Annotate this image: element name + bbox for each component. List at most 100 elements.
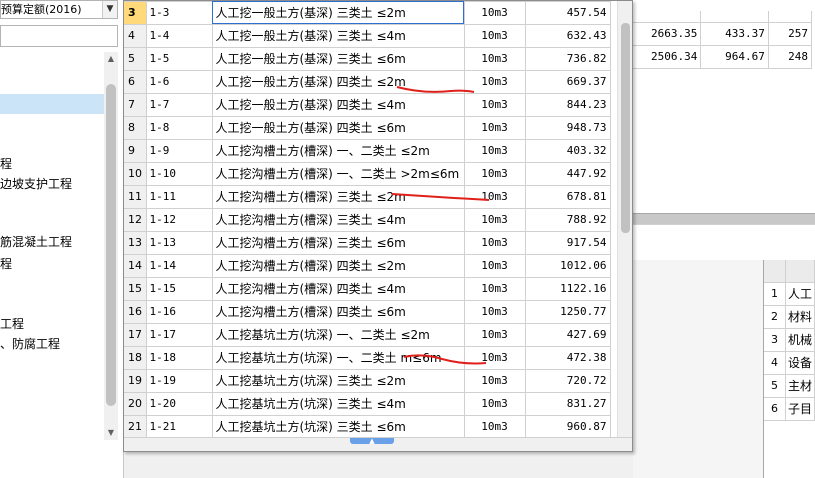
collapse-handle-icon[interactable]: ▲ [350,438,394,445]
quota-unit: 10m3 [464,346,526,370]
quota-price: 632.43 [525,24,611,48]
resource-row[interactable]: 3 机械 [764,328,815,352]
row-number: 12 [124,208,147,232]
quota-code: 1-10 [146,162,213,186]
resource-row[interactable]: 1 人工 [764,282,815,306]
quota-unit: 10m3 [464,231,526,255]
quota-code: 1-6 [146,70,213,94]
quota-row[interactable]: 8 1-8 人工挖一般土方(基深) 四类土 ≤6m 10m3 948.73 [124,116,611,140]
quota-price: 447.92 [525,162,611,186]
quota-price: 736.82 [525,47,611,71]
quota-code: 1-13 [146,231,213,255]
tree-item[interactable]: 程 [0,154,105,174]
quota-name: 人工挖基坑土方(坑深) 一、二类土 ≤2m [212,323,465,347]
quota-row[interactable]: 7 1-7 人工挖一般土方(基深) 四类土 ≤4m 10m3 844.23 [124,93,611,117]
detail-panel-background [633,260,763,478]
tree-item[interactable]: 边坡支护工程 [0,174,105,194]
quota-code: 1-20 [146,392,213,416]
resource-row[interactable]: 2 材料 [764,305,815,329]
row-number: 17 [124,323,147,347]
quota-row[interactable]: 20 1-20 人工挖基坑土方(坑深) 三类土 ≤4m 10m3 831.27 [124,392,611,416]
quota-code: 1-18 [146,346,213,370]
quota-name: 人工挖沟槽土方(槽深) 三类土 ≤6m [212,231,465,255]
quota-code: 1-3 [146,1,213,25]
quota-row[interactable]: 3 1-3 人工挖一般土方(基深) 三类土 ≤2m 10m3 457.54 [124,1,611,25]
quota-row[interactable]: 18 1-18 人工挖基坑土方(坑深) 一、二类土 m≤6m 10m3 472.38 [124,346,611,370]
quota-selection-popup: 3 1-3 人工挖一般土方(基深) 三类土 ≤2m 10m3 457.54 4 1-4 人工挖… [123,0,633,452]
quota-code: 1-21 [146,415,213,437]
quota-row[interactable]: 17 1-17 人工挖基坑土方(坑深) 一、二类土 ≤2m 10m3 427.69 [124,323,611,347]
quota-price: 720.72 [525,369,611,393]
quota-unit: 10m3 [464,300,526,324]
quota-name: 人工挖一般土方(基深) 四类土 ≤6m [212,116,465,140]
scroll-up-icon[interactable]: ▲ [104,52,118,66]
chevron-down-icon[interactable]: ▼ [102,1,117,18]
quota-vertical-scrollbar[interactable] [617,1,632,437]
resource-row[interactable]: 4 设备 [764,351,815,375]
quota-code: 1-7 [146,93,213,117]
resource-category: 主材 [785,374,815,398]
row-number: 1 [764,282,787,306]
quota-unit: 10m3 [464,369,526,393]
quota-name: 人工挖基坑土方(坑深) 三类土 ≤6m [212,415,465,437]
tree-item[interactable]: 工程 [0,314,105,334]
quota-library-select[interactable]: 预算定额(2016) ▼ [0,0,118,19]
quota-row[interactable]: 11 1-11 人工挖沟槽土方(槽深) 三类土 ≤2m 10m3 678.81 [124,185,611,209]
quota-row[interactable]: 14 1-14 人工挖沟槽土方(槽深) 四类土 ≤2m 10m3 1012.06 [124,254,611,278]
quota-row[interactable]: 12 1-12 人工挖沟槽土方(槽深) 三类土 ≤4m 10m3 788.92 [124,208,611,232]
quota-row[interactable]: 21 1-21 人工挖基坑土方(坑深) 三类土 ≤6m 10m3 960.87 [124,415,611,437]
quota-row[interactable]: 10 1-10 人工挖沟槽土方(槽深) 一、二类土 >2m≤6m 10m3 447.92 [124,162,611,186]
tree-item[interactable]: 、防腐工程 [0,334,105,354]
popup-bottom-bar: ▲ [124,437,632,451]
tree-search-input[interactable] [0,25,118,47]
quota-unit: 10m3 [464,208,526,232]
quota-row[interactable]: 4 1-4 人工挖一般土方(基深) 三类土 ≤4m 10m3 632.43 [124,24,611,48]
tree-item[interactable] [0,94,105,114]
tree-item[interactable]: 程 [0,254,105,274]
quota-code: 1-5 [146,47,213,71]
quota-price: 457.54 [525,1,611,25]
tree-item[interactable]: 筋混凝土工程 [0,232,105,252]
resource-row[interactable]: 5 主材 [764,374,815,398]
quota-price: 1250.77 [525,300,611,324]
quota-scroll-thumb[interactable] [621,23,630,233]
quota-price: 427.69 [525,323,611,347]
quota-library-value: 预算定额(2016) [1,3,82,16]
quota-row[interactable]: 6 1-6 人工挖一般土方(基深) 四类土 ≤2m 10m3 669.37 [124,70,611,94]
table-row[interactable]: 2663.35 433.37 257 [630,22,813,46]
quota-price: 403.32 [525,139,611,163]
quota-code: 1-14 [146,254,213,278]
table-cell: 248 [768,45,813,69]
panel-splitter[interactable] [633,213,815,224]
quota-row[interactable]: 15 1-15 人工挖沟槽土方(槽深) 四类土 ≤4m 10m3 1122.16 [124,277,611,301]
quota-name: 人工挖沟槽土方(槽深) 四类土 ≤2m [212,254,465,278]
scroll-down-icon[interactable]: ▼ [104,426,118,440]
table-row[interactable]: 2506.34 964.67 248 [630,45,813,69]
quota-name: 人工挖沟槽土方(槽深) 一、二类土 ≤2m [212,139,465,163]
resource-row[interactable]: 6 子目 [764,397,815,421]
tree-vertical-scrollbar[interactable]: ▲ ▼ [104,52,118,440]
row-number: 8 [124,116,147,140]
row-number: 7 [124,93,147,117]
quota-name: 人工挖基坑土方(坑深) 三类土 ≤4m [212,392,465,416]
quota-code: 1-9 [146,139,213,163]
quota-name: 人工挖一般土方(基深) 三类土 ≤6m [212,47,465,71]
quota-unit: 10m3 [464,93,526,117]
quota-row[interactable]: 19 1-19 人工挖基坑土方(坑深) 三类土 ≤2m 10m3 720.72 [124,369,611,393]
tree-scroll-thumb[interactable] [106,84,116,406]
quota-row[interactable]: 5 1-5 人工挖一般土方(基深) 三类土 ≤6m 10m3 736.82 [124,47,611,71]
row-number: 5 [764,374,787,398]
quota-code: 1-19 [146,369,213,393]
quota-code: 1-12 [146,208,213,232]
quota-row[interactable]: 9 1-9 人工挖沟槽土方(槽深) 一、二类土 ≤2m 10m3 403.32 [124,139,611,163]
row-number: 2 [764,305,787,329]
quota-unit: 10m3 [464,1,526,25]
quota-tree-panel: 预算定额(2016) ▼ 程边坡支护工程 筋混凝土工程程工程 、防腐工程 ▲ ▼ [0,0,124,478]
quota-row[interactable]: 13 1-13 人工挖沟槽土方(槽深) 三类土 ≤6m 10m3 917.54 [124,231,611,255]
table-cell: 257 [768,22,813,46]
quota-price: 678.81 [525,185,611,209]
quota-name: 人工挖沟槽土方(槽深) 三类土 ≤2m [212,185,465,209]
quota-row[interactable]: 16 1-16 人工挖沟槽土方(槽深) 四类土 ≤6m 10m3 1250.77 [124,300,611,324]
quota-price: 844.23 [525,93,611,117]
quota-unit: 10m3 [464,47,526,71]
